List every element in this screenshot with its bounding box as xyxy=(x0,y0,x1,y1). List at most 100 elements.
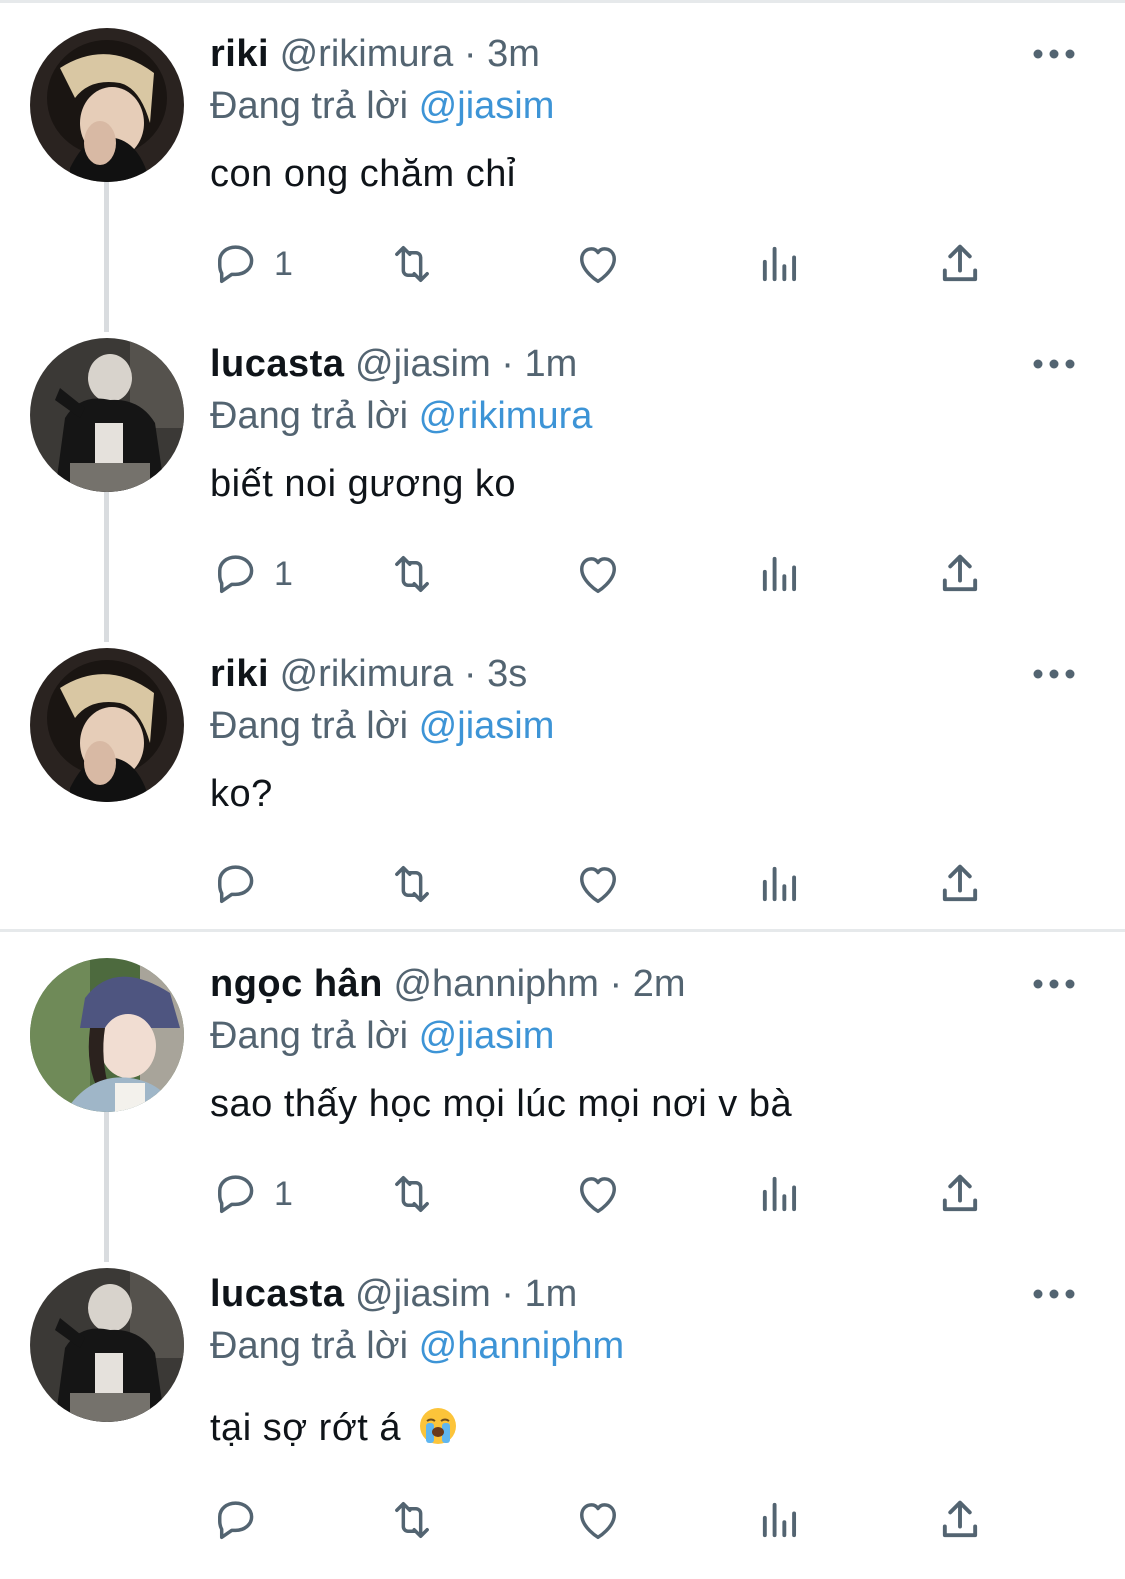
replying-to-label: Đang trả lời xyxy=(210,1015,409,1057)
reply-button[interactable]: 1 xyxy=(210,236,293,292)
reply-button[interactable]: 1 xyxy=(210,1166,293,1222)
like-icon xyxy=(580,1503,616,1540)
views-icon xyxy=(762,556,797,592)
display-name[interactable]: lucasta xyxy=(210,1273,344,1315)
timestamp[interactable]: 1m xyxy=(525,1273,578,1315)
retweet-button[interactable] xyxy=(386,546,438,602)
more-button[interactable] xyxy=(1032,352,1076,376)
timestamp[interactable]: 3m xyxy=(487,33,540,75)
views-button[interactable] xyxy=(754,546,806,602)
replying-to: Đang trả lời @rikimura xyxy=(210,392,592,440)
replying-to-label: Đang trả lời xyxy=(210,395,409,437)
reply-button[interactable]: 1 xyxy=(210,546,293,602)
tweet[interactable]: riki @rikimura · 3s Đang trả lời @jiasim… xyxy=(0,620,1125,930)
loudly-crying-face-icon xyxy=(420,1408,457,1444)
reply-icon xyxy=(218,1175,254,1214)
username[interactable]: @jiasim xyxy=(355,343,491,385)
views-button[interactable] xyxy=(754,1492,806,1548)
like-button[interactable] xyxy=(572,856,624,912)
avatar[interactable] xyxy=(30,338,184,492)
separator: · xyxy=(463,653,477,695)
share-button[interactable] xyxy=(934,546,986,602)
views-icon xyxy=(762,1502,797,1538)
share-button[interactable] xyxy=(934,236,986,292)
username[interactable]: @jiasim xyxy=(355,1273,491,1315)
mention-link[interactable]: @hanniphm xyxy=(419,1325,624,1367)
reply-count: 1 xyxy=(274,244,293,283)
views-button[interactable] xyxy=(754,236,806,292)
views-icon xyxy=(762,246,797,282)
tweet-header: ngọc hân @hanniphm · 2m xyxy=(210,960,686,1008)
tweet-text: sao thấy học mọi lúc mọi nơi v bà xyxy=(210,1083,793,1125)
more-icon xyxy=(1033,979,1075,989)
avatar[interactable] xyxy=(30,1268,184,1422)
replying-to: Đang trả lời @jiasim xyxy=(210,1012,554,1060)
retweet-button[interactable] xyxy=(386,856,438,912)
views-icon xyxy=(762,866,797,902)
username[interactable]: @hanniphm xyxy=(393,963,598,1005)
like-icon xyxy=(580,247,616,284)
reply-button[interactable] xyxy=(210,856,274,912)
tweet[interactable]: lucasta @jiasim · 1m Đang trả lời @rikim… xyxy=(0,182,1125,642)
avatar-lucasta-image xyxy=(30,1268,184,1422)
share-button[interactable] xyxy=(934,856,986,912)
retweet-icon xyxy=(395,1176,429,1212)
like-button[interactable] xyxy=(572,1492,624,1548)
avatar[interactable] xyxy=(30,648,184,802)
timestamp[interactable]: 2m xyxy=(633,963,686,1005)
share-button[interactable] xyxy=(934,1166,986,1222)
retweet-button[interactable] xyxy=(386,1166,438,1222)
more-button[interactable] xyxy=(1032,662,1076,686)
more-icon xyxy=(1033,49,1075,59)
share-button[interactable] xyxy=(934,1492,986,1548)
tweet[interactable]: riki @rikimura · 3m Đang trả lời @jiasim… xyxy=(0,0,1125,332)
tweet-text: con ong chăm chỉ xyxy=(210,153,516,195)
like-button[interactable] xyxy=(572,546,624,602)
retweet-button[interactable] xyxy=(386,236,438,292)
share-icon xyxy=(942,1174,978,1212)
replying-to: Đang trả lời @jiasim xyxy=(210,82,554,130)
tweet-header: riki @rikimura · 3s xyxy=(210,650,527,698)
like-icon xyxy=(580,867,616,904)
views-button[interactable] xyxy=(754,1166,806,1222)
like-button[interactable] xyxy=(572,1166,624,1222)
reply-icon xyxy=(218,865,254,904)
mention-link[interactable]: @jiasim xyxy=(419,1015,555,1057)
retweet-icon xyxy=(395,866,429,902)
more-button[interactable] xyxy=(1032,42,1076,66)
reply-count: 1 xyxy=(274,554,293,593)
display-name[interactable]: lucasta xyxy=(210,343,344,385)
mention-link[interactable]: @jiasim xyxy=(419,705,555,747)
replying-to-label: Đang trả lời xyxy=(210,85,409,127)
username[interactable]: @rikimura xyxy=(280,653,454,695)
avatar[interactable] xyxy=(30,28,184,182)
mention-link[interactable]: @jiasim xyxy=(419,85,555,127)
action-bar: 1 xyxy=(210,546,1010,602)
username[interactable]: @rikimura xyxy=(280,33,454,75)
display-name[interactable]: riki xyxy=(210,653,269,695)
separator: · xyxy=(609,963,623,1005)
display-name[interactable]: riki xyxy=(210,33,269,75)
mention-link[interactable]: @rikimura xyxy=(419,395,593,437)
tweet-text: ko? xyxy=(210,773,273,815)
more-icon xyxy=(1033,1289,1075,1299)
more-button[interactable] xyxy=(1032,1282,1076,1306)
display-name[interactable]: ngọc hân xyxy=(210,963,383,1005)
action-bar xyxy=(210,1492,1010,1548)
like-icon xyxy=(580,1177,616,1214)
reply-icon xyxy=(218,1501,254,1540)
timestamp[interactable]: 3s xyxy=(487,653,527,695)
tweet[interactable]: ngọc hân @hanniphm · 2m Đang trả lời @ji… xyxy=(0,930,1125,1262)
retweet-button[interactable] xyxy=(386,1492,438,1548)
timestamp[interactable]: 1m xyxy=(525,343,578,385)
views-button[interactable] xyxy=(754,856,806,912)
like-icon xyxy=(580,557,616,594)
retweet-icon xyxy=(395,1502,429,1538)
avatar[interactable] xyxy=(30,958,184,1112)
more-button[interactable] xyxy=(1032,972,1076,996)
like-button[interactable] xyxy=(572,236,624,292)
share-icon xyxy=(942,864,978,902)
reply-button[interactable] xyxy=(210,1492,274,1548)
tweet[interactable]: lucasta @jiasim · 1m Đang trả lời @hanni… xyxy=(0,1240,1125,1550)
tweet-header: riki @rikimura · 3m xyxy=(210,30,540,78)
